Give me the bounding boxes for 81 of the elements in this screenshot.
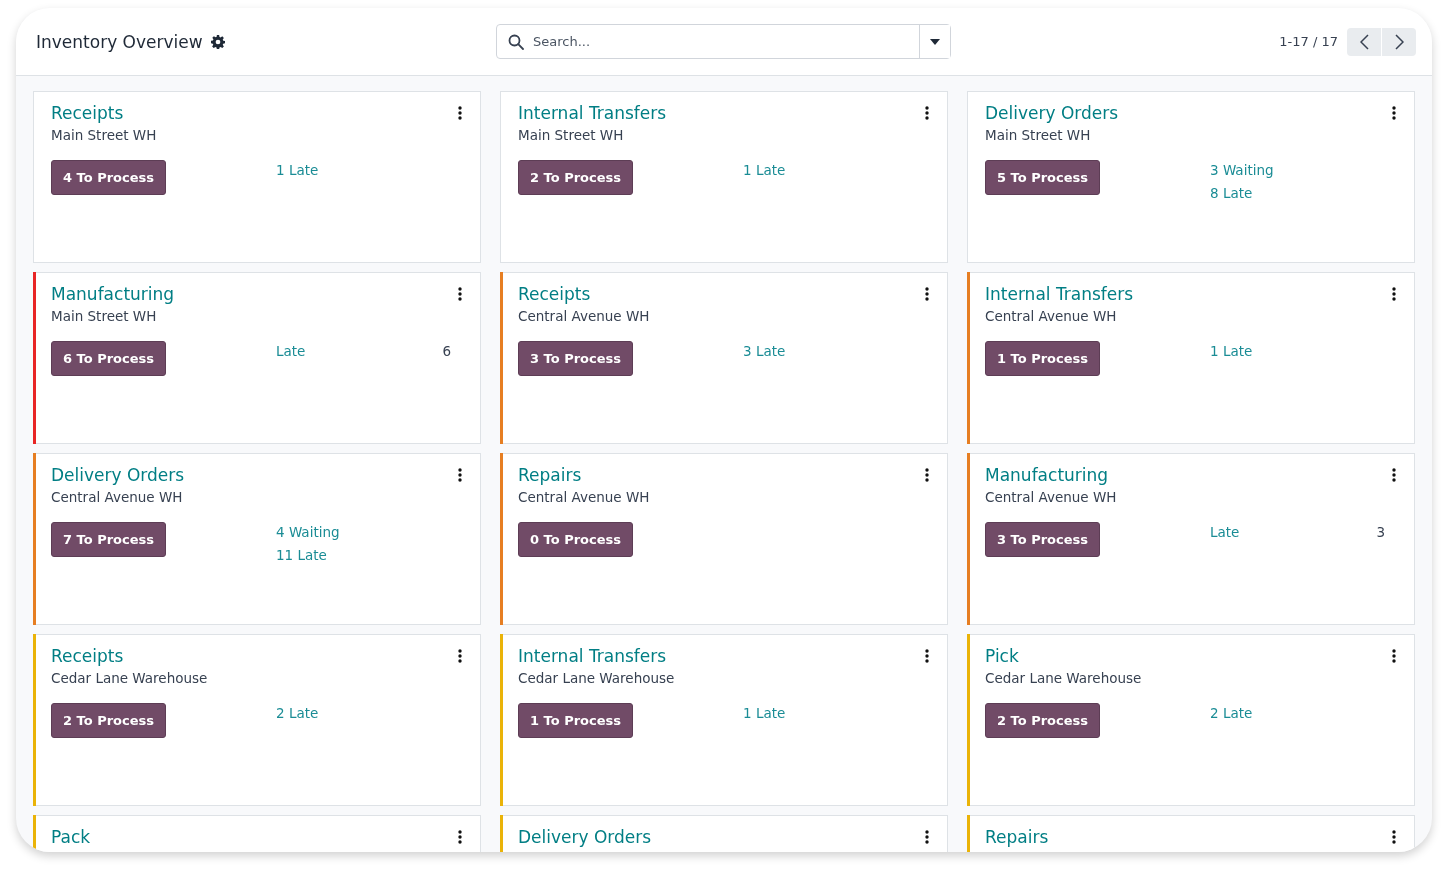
settings-icon[interactable] bbox=[210, 34, 225, 49]
caret-icon bbox=[930, 38, 940, 45]
more-options-icon[interactable] bbox=[1392, 830, 1396, 844]
status-link[interactable]: 3 Late bbox=[743, 342, 786, 360]
previous-button[interactable] bbox=[1347, 27, 1381, 56]
search-icon bbox=[508, 33, 524, 50]
search-input[interactable]: Search... bbox=[531, 33, 919, 50]
to-process-button[interactable]: 7 To Process bbox=[51, 522, 167, 557]
more-options-icon[interactable] bbox=[458, 106, 462, 120]
warehouse-name: Central Avenue WH bbox=[985, 489, 1118, 505]
card-title[interactable]: Receipts bbox=[518, 282, 591, 306]
status-link[interactable]: 1 Late bbox=[743, 161, 786, 179]
to-process-button[interactable]: 0 To Process bbox=[518, 522, 634, 557]
warehouse-name: Main Street WH bbox=[51, 127, 158, 143]
pager-value: 1-17 / 17 bbox=[1279, 34, 1338, 49]
more-options-icon[interactable] bbox=[1392, 649, 1396, 663]
next-button[interactable] bbox=[1382, 27, 1416, 56]
warehouse-name: Central Avenue WH bbox=[518, 489, 651, 505]
status-link[interactable]: 1 Late bbox=[276, 161, 319, 179]
status-link[interactable]: 4 Waiting bbox=[276, 523, 340, 541]
search-field[interactable]: Search... bbox=[496, 24, 951, 59]
more-options-icon[interactable] bbox=[458, 649, 462, 663]
to-process-button[interactable]: 3 To Process bbox=[985, 522, 1101, 557]
to-process-button[interactable]: 1 To Process bbox=[985, 341, 1101, 376]
card-title[interactable]: Internal Transfers bbox=[518, 644, 667, 668]
to-process-button[interactable]: 6 To Process bbox=[51, 341, 167, 376]
card-title[interactable]: Receipts bbox=[51, 644, 124, 668]
to-process-button[interactable]: 5 To Process bbox=[985, 160, 1101, 195]
more-options-icon[interactable] bbox=[458, 830, 462, 844]
more-options-icon[interactable] bbox=[1392, 287, 1396, 301]
more-options-icon[interactable] bbox=[925, 468, 929, 482]
warehouse-name: Cedar Lane Warehouse bbox=[51, 670, 209, 686]
warehouse-name: Cedar Lane Warehouse bbox=[518, 670, 676, 686]
card-title[interactable]: Delivery Orders bbox=[985, 101, 1119, 125]
card-title[interactable]: Pick bbox=[985, 644, 1019, 668]
warehouse-name: Main Street WH bbox=[51, 308, 158, 324]
card-title[interactable]: Internal Transfers bbox=[518, 101, 667, 125]
status-link[interactable]: 3 Waiting bbox=[1210, 161, 1274, 179]
to-process-button[interactable]: 3 To Process bbox=[518, 341, 634, 376]
card-title[interactable]: Repairs bbox=[985, 825, 1049, 849]
more-options-icon[interactable] bbox=[925, 106, 929, 120]
warehouse-name: Main Street WH bbox=[518, 127, 625, 143]
card-title[interactable]: Repairs bbox=[518, 463, 582, 487]
chevron-left-icon bbox=[1359, 33, 1369, 50]
warehouse-name: Cedar Lane Warehouse bbox=[985, 670, 1143, 686]
to-process-button[interactable]: 1 To Process bbox=[518, 703, 634, 738]
warehouse-name: Central Avenue WH bbox=[51, 489, 184, 505]
more-options-icon[interactable] bbox=[458, 468, 462, 482]
warehouse-name: Central Avenue WH bbox=[518, 308, 651, 324]
status-link[interactable]: 8 Late bbox=[1210, 184, 1253, 202]
more-options-icon[interactable] bbox=[925, 830, 929, 844]
to-process-button[interactable]: 2 To Process bbox=[51, 703, 167, 738]
to-process-button[interactable]: 2 To Process bbox=[985, 703, 1101, 738]
card-title[interactable]: Manufacturing bbox=[51, 282, 175, 306]
more-options-icon[interactable] bbox=[1392, 468, 1396, 482]
status-link[interactable]: Late bbox=[1210, 523, 1240, 541]
status-link[interactable]: 1 Late bbox=[743, 704, 786, 722]
more-options-icon[interactable] bbox=[925, 287, 929, 301]
card-title[interactable]: Pack bbox=[51, 825, 91, 849]
card-title[interactable]: Delivery Orders bbox=[51, 463, 185, 487]
more-options-icon[interactable] bbox=[1392, 106, 1396, 120]
card-title[interactable]: Delivery Orders bbox=[518, 825, 652, 849]
card-title[interactable]: Internal Transfers bbox=[985, 282, 1134, 306]
card-title[interactable]: Manufacturing bbox=[985, 463, 1109, 487]
to-process-button[interactable]: 4 To Process bbox=[51, 160, 167, 195]
dropdown-toggle[interactable] bbox=[919, 25, 950, 58]
status-link[interactable]: 2 Late bbox=[1210, 704, 1253, 722]
more-options-icon[interactable] bbox=[925, 649, 929, 663]
card-title[interactable]: Receipts bbox=[51, 101, 124, 125]
to-process-button[interactable]: 2 To Process bbox=[518, 160, 634, 195]
status-link[interactable]: 2 Late bbox=[276, 704, 319, 722]
status-link[interactable]: Late bbox=[276, 342, 306, 360]
status-count: 3 bbox=[1376, 523, 1385, 541]
chevron-right-icon bbox=[1394, 33, 1404, 50]
status-count: 6 bbox=[442, 342, 451, 360]
status-link[interactable]: 1 Late bbox=[1210, 342, 1253, 360]
status-link[interactable]: 11 Late bbox=[276, 546, 327, 564]
warehouse-name: Main Street WH bbox=[985, 127, 1092, 143]
warehouse-name: Central Avenue WH bbox=[985, 308, 1118, 324]
page-title: Inventory Overview bbox=[36, 31, 203, 52]
more-options-icon[interactable] bbox=[458, 287, 462, 301]
